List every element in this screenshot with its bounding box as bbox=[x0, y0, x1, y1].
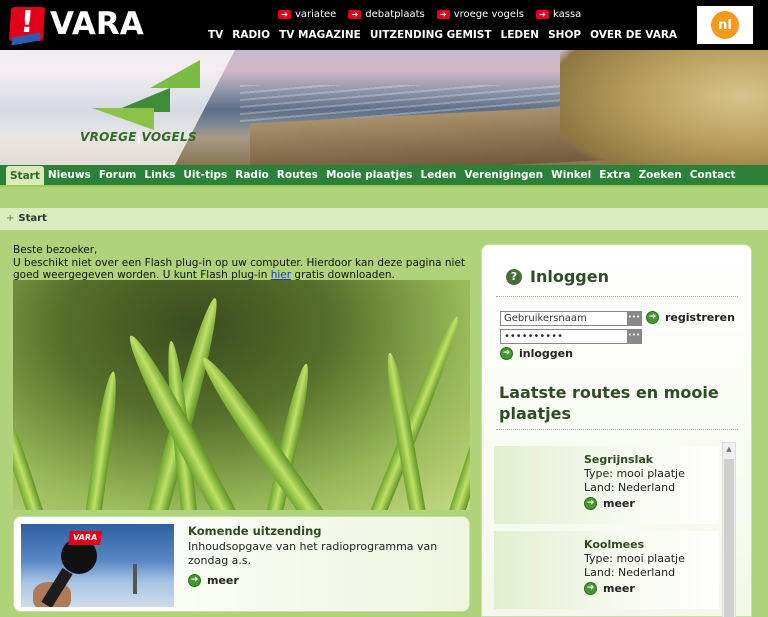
grass-photo bbox=[13, 280, 470, 510]
arrow-right-circle-icon: ➜ bbox=[646, 311, 659, 324]
item-more-button[interactable]: ➜ meer bbox=[584, 497, 635, 510]
register-button[interactable]: ➜ registreren bbox=[646, 311, 735, 324]
section-nav: Start Nieuws Forum Links Uit-tips Radio … bbox=[0, 165, 768, 187]
subnav-routes[interactable]: Routes bbox=[273, 165, 322, 185]
subnav-links[interactable]: Links bbox=[140, 165, 179, 185]
arrow-right-circle-icon: ➜ bbox=[188, 574, 201, 587]
breadcrumb-arrow-icon: + bbox=[6, 213, 15, 224]
arrow-right-icon: ➔ bbox=[278, 10, 291, 19]
quick-link-variatee[interactable]: ➔ variatee bbox=[278, 9, 336, 20]
grass-blade bbox=[443, 394, 470, 510]
list-scrollbar[interactable]: ▲ bbox=[722, 442, 736, 617]
keyboard-icon[interactable]: ••• bbox=[627, 312, 641, 325]
flash-notice: Beste bezoeker, U beschikt niet over een… bbox=[13, 244, 473, 282]
subnav-extra[interactable]: Extra bbox=[595, 165, 634, 185]
scroll-thumb[interactable] bbox=[724, 459, 734, 617]
top-bar: VARA ➔variatee ➔debatplaats ➔vroege voge… bbox=[0, 0, 768, 50]
quick-link-kassa[interactable]: ➔ kassa bbox=[536, 9, 581, 20]
keyboard-icon[interactable]: ••• bbox=[627, 330, 641, 343]
nav-uitzending-gemist[interactable]: UITZENDING GEMIST bbox=[370, 29, 492, 41]
arrow-right-icon: ➔ bbox=[436, 10, 450, 19]
item-more-button[interactable]: ➜ meer bbox=[584, 582, 635, 595]
nav-leden[interactable]: LEDEN bbox=[501, 29, 540, 41]
program-banner: VROEGE|VOGELS bbox=[0, 50, 768, 165]
main-nav: TV RADIO TV MAGAZINE UITZENDING GEMIST L… bbox=[208, 29, 677, 41]
flash-message: U beschikt niet over een Flash plug-in o… bbox=[13, 256, 466, 282]
question-icon[interactable]: ? bbox=[506, 268, 522, 285]
arrow-right-circle-icon: ➜ bbox=[584, 497, 597, 510]
divider bbox=[496, 429, 738, 430]
login-header: ? Inloggen bbox=[506, 267, 609, 286]
arrow-right-circle-icon: ➜ bbox=[584, 582, 597, 595]
item-type: Type: mooi plaatje bbox=[584, 467, 685, 480]
subnav-mooie-plaatjes[interactable]: Mooie plaatjes bbox=[322, 165, 417, 185]
arrow-right-icon: ➔ bbox=[536, 10, 550, 19]
card-title[interactable]: Komende uitzending bbox=[188, 524, 322, 538]
subnav-zoeken[interactable]: Zoeken bbox=[634, 165, 685, 185]
nav-over-de-vara[interactable]: OVER DE VARA bbox=[590, 29, 677, 41]
subnav-radio[interactable]: Radio bbox=[231, 165, 273, 185]
lighthouse-shape bbox=[133, 564, 137, 594]
username-field[interactable]: Gebruikersnaam ••• bbox=[500, 311, 642, 326]
latest-routes-title: Laatste routes en mooie plaatjes bbox=[499, 383, 719, 423]
grass-blade bbox=[13, 403, 49, 510]
vara-wordmark: VARA bbox=[50, 6, 144, 42]
subnav-verenigingen[interactable]: Verenigingen bbox=[460, 165, 547, 185]
microphone-photo: VARA bbox=[21, 524, 174, 607]
login-button[interactable]: ➜ inloggen bbox=[500, 347, 573, 360]
breadcrumb-start[interactable]: Start bbox=[18, 213, 46, 224]
vara-logo[interactable]: VARA bbox=[8, 6, 144, 42]
list-item[interactable]: Koolmees Type: mooi plaatje Land: Nederl… bbox=[494, 531, 719, 609]
subnav-contact[interactable]: Contact bbox=[686, 165, 740, 185]
quick-links: ➔ variatee ➔ debatplaats ➔ vroege vogels ➔ k… bbox=[278, 9, 581, 20]
card-more-button[interactable]: ➜ meer bbox=[188, 574, 239, 587]
subnav-forum[interactable]: Forum bbox=[95, 165, 141, 185]
nav-tv-magazine[interactable]: TV MAGAZINE bbox=[279, 29, 361, 41]
scroll-up-icon[interactable]: ▲ bbox=[723, 443, 735, 455]
item-name[interactable]: Koolmees bbox=[584, 538, 644, 551]
item-country: Land: Nederland bbox=[584, 481, 676, 494]
card-description: Inhoudsopgave van het radioprogramma van… bbox=[188, 540, 438, 567]
vroege-vogels-logo[interactable]: VROEGE|VOGELS bbox=[80, 130, 197, 144]
sidebar: ? Inloggen Gebruikersnaam ••• ••••••••••… bbox=[481, 244, 752, 617]
flash-greeting: Beste bezoeker, bbox=[13, 244, 98, 256]
vara-exclamation-icon bbox=[8, 7, 46, 41]
mic-flag-logo: VARA bbox=[68, 531, 102, 545]
breadcrumb: + Start bbox=[0, 208, 768, 230]
nav-shop[interactable]: SHOP bbox=[548, 29, 581, 41]
subnav-leden[interactable]: Leden bbox=[416, 165, 460, 185]
nav-tv[interactable]: TV bbox=[208, 29, 223, 41]
item-type: Type: mooi plaatje bbox=[584, 552, 685, 565]
dune-grass bbox=[560, 50, 768, 165]
subnav-uit-tips[interactable]: Uit-tips bbox=[179, 165, 231, 185]
item-country: Land: Nederland bbox=[584, 566, 676, 579]
grass-blade bbox=[83, 370, 122, 510]
arrow-right-circle-icon: ➜ bbox=[500, 347, 513, 360]
arrow-right-icon: ➔ bbox=[348, 10, 362, 19]
password-field[interactable]: •••••••••• ••• bbox=[500, 329, 642, 344]
item-name[interactable]: Segrijnslak bbox=[584, 453, 653, 466]
subnav-start[interactable]: Start bbox=[6, 166, 44, 185]
quick-link-debatplaats[interactable]: ➔ debatplaats bbox=[348, 9, 425, 20]
nl-circle-icon: nl bbox=[711, 11, 739, 39]
list-item[interactable]: Segrijnslak Type: mooi plaatje Land: Ned… bbox=[494, 446, 719, 524]
upcoming-broadcast-card: VARA Komende uitzending Inhoudsopgave va… bbox=[13, 516, 470, 612]
divider bbox=[496, 296, 738, 297]
nl-logo[interactable]: nl bbox=[697, 6, 753, 44]
subnav-winkel[interactable]: Winkel bbox=[547, 165, 595, 185]
subnav-nieuws[interactable]: Nieuws bbox=[44, 165, 95, 185]
nav-radio[interactable]: RADIO bbox=[232, 29, 270, 41]
quick-link-vroege-vogels[interactable]: ➔ vroege vogels bbox=[436, 9, 524, 20]
login-title: Inloggen bbox=[530, 267, 609, 286]
